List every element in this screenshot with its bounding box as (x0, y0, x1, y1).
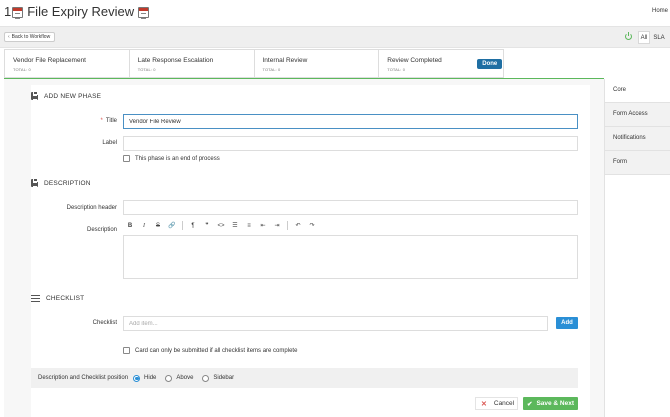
numbered-list-icon[interactable]: ≡ (242, 220, 256, 231)
position-option-label: Hide (144, 375, 157, 381)
checklist-item-input[interactable] (123, 316, 548, 331)
radio-selected-icon (133, 374, 141, 382)
sidebar-item-core[interactable]: Core (605, 79, 670, 103)
save-next-button[interactable]: ✔ Save & Next (523, 397, 578, 410)
clipboard-check-icon (31, 178, 38, 187)
stage-total: TOTAL: 0 (137, 67, 156, 72)
back-button-label: Back to Workflow (11, 34, 51, 40)
quote-button[interactable]: ❞ (200, 220, 214, 231)
stage-total: TOTAL: 0 (262, 67, 281, 72)
description-heading: DESCRIPTION (31, 178, 91, 187)
list-icon (31, 295, 40, 303)
description-header-input[interactable] (123, 200, 578, 215)
checklist-required-checkbox[interactable] (123, 347, 130, 354)
title-input[interactable] (123, 114, 578, 129)
add-phase-heading-text: ADD NEW PHASE (44, 92, 102, 100)
chevron-left-icon: ‹ (8, 34, 10, 40)
stage-late-response-escalation[interactable]: Late Response Escalation TOTAL: 0 (130, 50, 255, 77)
label-label: Label (102, 140, 117, 146)
phase-stages: Vendor File Replacement TOTAL: 0 Late Re… (4, 49, 504, 78)
stage-vendor-file-replacement[interactable]: Vendor File Replacement TOTAL: 0 (5, 50, 130, 77)
cancel-button[interactable]: ✕ Cancel (475, 397, 518, 410)
title-label: * Title (17, 118, 117, 124)
redo-icon[interactable]: ↷ (305, 220, 319, 231)
checklist-required-row: Card can only be submitted if all checkl… (123, 347, 297, 354)
indent-icon[interactable]: ⇥ (270, 220, 284, 231)
position-row: Description and Checklist position Hide … (31, 368, 578, 388)
position-option-label: Above (176, 375, 194, 381)
code-button[interactable]: <> (214, 220, 228, 231)
radio-icon (202, 374, 210, 382)
home-link[interactable]: Home (652, 8, 668, 14)
clipboard-icon (31, 91, 38, 100)
paragraph-button[interactable]: ¶ (186, 220, 200, 231)
label-input[interactable] (123, 136, 578, 151)
action-bar: ‹ Back to Workflow All SLA (0, 26, 670, 48)
power-icon[interactable] (625, 31, 632, 40)
stage-total: TOTAL: 0 (13, 67, 31, 72)
description-label: Description (86, 227, 117, 233)
filter-sla-button[interactable]: SLA (651, 31, 667, 44)
description-editor[interactable] (123, 235, 578, 279)
sidebar-item-form[interactable]: Form (605, 151, 670, 175)
toolbar-divider (287, 221, 288, 230)
stage-internal-review[interactable]: Internal Review TOTAL: 0 (255, 50, 380, 77)
back-to-workflow-button[interactable]: ‹ Back to Workflow (4, 32, 56, 42)
position-label: Description and Checklist position (38, 375, 129, 381)
end-process-checkbox[interactable] (123, 155, 130, 162)
description-heading-text: DESCRIPTION (44, 179, 91, 187)
add-checklist-item-button[interactable]: Add (556, 317, 578, 329)
page-title: 1 File Expiry Review (4, 4, 150, 20)
link-icon[interactable]: 🔗 (165, 220, 179, 231)
title-label-text: Title (105, 118, 117, 124)
title-prefix: 1 (4, 4, 12, 19)
top-bar: 1 File Expiry Review Home (0, 0, 670, 26)
calendar-edit-icon[interactable] (138, 6, 150, 19)
strikethrough-button[interactable]: S (151, 220, 165, 231)
stage-name: Vendor File Replacement (13, 57, 86, 64)
add-phase-heading: ADD NEW PHASE (31, 91, 102, 100)
checklist-heading: CHECKLIST (31, 295, 85, 303)
editor-toolbar: B I S 🔗 ¶ ❞ <> ☰ ≡ ⇤ ⇥ ↶ ↷ (123, 220, 319, 231)
sidebar-item-form-access[interactable]: Form Access (605, 103, 670, 127)
radio-icon (165, 374, 173, 382)
bullet-list-icon[interactable]: ☰ (228, 220, 242, 231)
workflow-title: File Expiry Review (27, 4, 135, 19)
checklist-heading-text: CHECKLIST (46, 295, 85, 302)
stage-name: Internal Review (262, 57, 308, 64)
toolbar-divider (182, 221, 183, 230)
save-next-label: Save & Next (536, 400, 575, 407)
cancel-label: Cancel (493, 400, 515, 407)
undo-icon[interactable]: ↶ (291, 220, 305, 231)
sidebar-item-notifications[interactable]: Notifications (605, 127, 670, 151)
calendar-icon (12, 6, 24, 19)
end-process-row: This phase is an end of process (123, 155, 220, 162)
position-option-above[interactable]: Above (165, 374, 194, 382)
bold-button[interactable]: B (123, 220, 137, 231)
description-header-label: Description header (66, 205, 117, 211)
position-option-hide[interactable]: Hide (133, 374, 157, 382)
filter-all-button[interactable]: All (638, 31, 650, 44)
done-badge: Done (477, 59, 503, 69)
close-icon: ✕ (481, 400, 487, 408)
outdent-icon[interactable]: ⇤ (256, 220, 270, 231)
stage-review-completed[interactable]: Review Completed TOTAL: 0 Done (379, 50, 503, 77)
position-option-label: Sidebar (213, 375, 235, 381)
end-process-label: This phase is an end of process (135, 155, 220, 162)
stage-name: Late Response Escalation (137, 57, 214, 64)
italic-button[interactable]: I (137, 220, 151, 231)
checklist-label: Checklist (92, 320, 117, 326)
checkmark-icon: ✔ (526, 400, 533, 408)
settings-sidebar: Core Form Access Notifications Form (604, 79, 670, 417)
checklist-required-label: Card can only be submitted if all checkl… (135, 347, 298, 354)
required-marker: * (100, 118, 103, 124)
position-option-sidebar[interactable]: Sidebar (202, 374, 235, 382)
